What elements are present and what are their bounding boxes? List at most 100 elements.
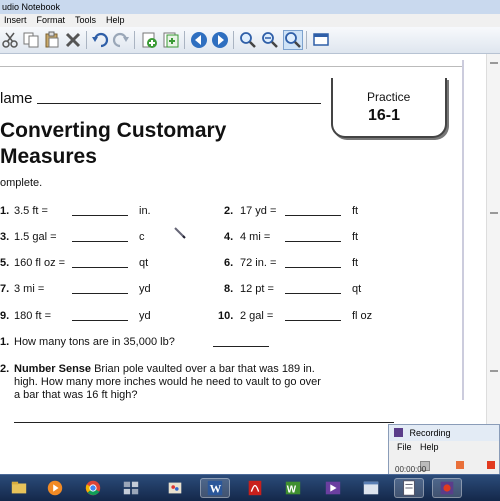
- problem-number: 2.: [224, 205, 234, 217]
- explorer-task-icon[interactable]: [4, 478, 34, 498]
- problem-expression: 3.5 ft =: [14, 205, 48, 217]
- problem-number: 1.: [0, 336, 10, 348]
- answer-blank[interactable]: [72, 320, 128, 321]
- right-scroll-strip[interactable]: [486, 54, 500, 474]
- paint-task-icon[interactable]: [160, 478, 190, 498]
- window-title: udio Notebook: [2, 2, 61, 12]
- problem-unit: yd: [139, 310, 151, 322]
- back-icon[interactable]: [189, 30, 209, 50]
- copy-icon[interactable]: [21, 30, 41, 50]
- problem-unit: ft: [352, 205, 359, 217]
- recorder-app-icon: [394, 428, 403, 437]
- answer-blank[interactable]: [285, 267, 341, 268]
- record-icon[interactable]: [456, 461, 464, 469]
- answer-blank[interactable]: [285, 320, 341, 321]
- problem-expression: 2 gal =: [240, 310, 274, 322]
- problem-expression: 180 ft =: [14, 310, 52, 322]
- number-sense-label: Number Sense: [14, 363, 92, 375]
- problem-number: 9.: [0, 310, 10, 322]
- question-12-text: Brian pole vaulted over a bar that was 1…: [94, 363, 315, 375]
- zoom-out-icon[interactable]: [260, 30, 280, 50]
- answer-line[interactable]: [14, 422, 394, 423]
- zoom-in-icon[interactable]: [238, 30, 258, 50]
- answer-blank[interactable]: [72, 241, 128, 242]
- question-11-text: How many tons are in 35,000 lb?: [14, 336, 175, 348]
- browser-task-icon[interactable]: [356, 478, 386, 498]
- page-right-edge: [462, 60, 464, 400]
- problem-unit: c: [139, 231, 145, 243]
- problem-expression: 72 in. =: [240, 257, 277, 269]
- answer-blank[interactable]: [72, 293, 128, 294]
- paste-icon[interactable]: [42, 30, 62, 50]
- screen-icon[interactable]: [311, 30, 331, 50]
- taskbar: W W: [0, 474, 500, 501]
- problem-number: 7.: [0, 283, 10, 295]
- redo-icon[interactable]: [111, 30, 131, 50]
- problem-number: 2.: [0, 363, 10, 375]
- name-line: [37, 103, 321, 104]
- chrome-task-icon[interactable]: [78, 478, 108, 498]
- cut-icon[interactable]: [0, 30, 20, 50]
- recording-time: 00:00:00: [395, 465, 427, 474]
- instruction-text: omplete.: [0, 177, 43, 189]
- forward-icon[interactable]: [210, 30, 230, 50]
- problem-unit: qt: [139, 257, 149, 269]
- question-12-line1: Number Sense Brian pole vaulted over a b…: [14, 363, 315, 375]
- answer-blank[interactable]: [285, 241, 341, 242]
- recording-menu-file[interactable]: File: [389, 442, 418, 452]
- problem-number: 10.: [218, 310, 234, 322]
- question-12-line3: a bar that was 16 ft high?: [14, 389, 138, 401]
- problem-unit: qt: [352, 283, 362, 295]
- answer-blank[interactable]: [72, 267, 128, 268]
- problem-number: 1.: [0, 205, 10, 217]
- problem-number: 3.: [0, 231, 10, 243]
- problem-unit: yd: [139, 283, 151, 295]
- worksheet-title-line2: Measures: [0, 145, 97, 168]
- insert-page-icon[interactable]: [161, 30, 181, 50]
- answer-blank[interactable]: [213, 346, 269, 347]
- recording-menu-help[interactable]: Help: [420, 442, 439, 452]
- media-player-task-icon[interactable]: [40, 478, 70, 498]
- pdf-task-icon[interactable]: [240, 478, 270, 498]
- worksheet-title-line1: Converting Customary: [0, 119, 227, 142]
- problem-expression: 160 fl oz =: [14, 257, 66, 269]
- menu-insert[interactable]: Insert: [0, 14, 33, 27]
- zoom-fit-icon[interactable]: [283, 30, 303, 50]
- toolbar: [0, 27, 500, 54]
- menu-tools[interactable]: Tools: [71, 14, 102, 27]
- problem-number: 4.: [224, 231, 234, 243]
- window-titlebar: udio Notebook: [0, 0, 500, 15]
- problem-expression: 17 yd =: [240, 205, 277, 217]
- recording-titlebar: Recording: [389, 425, 499, 441]
- notebook-task-icon[interactable]: [394, 478, 424, 498]
- recorder-task-icon[interactable]: [432, 478, 462, 498]
- answer-blank[interactable]: [285, 293, 341, 294]
- problem-expression: 4 mi =: [240, 231, 271, 243]
- pause-icon[interactable]: [487, 461, 495, 469]
- practice-label: Practice: [367, 90, 411, 104]
- answer-blank[interactable]: [72, 215, 128, 216]
- recording-title: Recording: [409, 428, 451, 438]
- svg-text:W: W: [210, 483, 222, 496]
- problem-expression: 1.5 gal =: [14, 231, 57, 243]
- publisher-task-icon[interactable]: W: [278, 478, 308, 498]
- recording-window: Recording File Help 00:00:00: [388, 424, 500, 476]
- undo-icon[interactable]: [90, 30, 110, 50]
- page-top-edge: [0, 66, 463, 67]
- media-app-task-icon[interactable]: [318, 478, 348, 498]
- problem-unit: in.: [139, 205, 151, 217]
- problem-unit: fl oz: [352, 310, 373, 322]
- delete-icon[interactable]: [63, 30, 83, 50]
- recording-menu: File Help: [389, 442, 439, 452]
- word-task-icon[interactable]: W: [200, 478, 230, 498]
- menu-help[interactable]: Help: [102, 14, 131, 27]
- practice-number: 16-1: [368, 107, 401, 124]
- svg-text:W: W: [287, 485, 297, 496]
- answer-blank[interactable]: [285, 215, 341, 216]
- problem-unit: ft: [352, 257, 359, 269]
- menu-bar: Insert Format Tools Help: [0, 14, 500, 27]
- problem-expression: 3 mi =: [14, 283, 45, 295]
- add-page-icon[interactable]: [139, 30, 159, 50]
- apps-task-icon[interactable]: [116, 478, 146, 498]
- menu-format[interactable]: Format: [33, 14, 72, 27]
